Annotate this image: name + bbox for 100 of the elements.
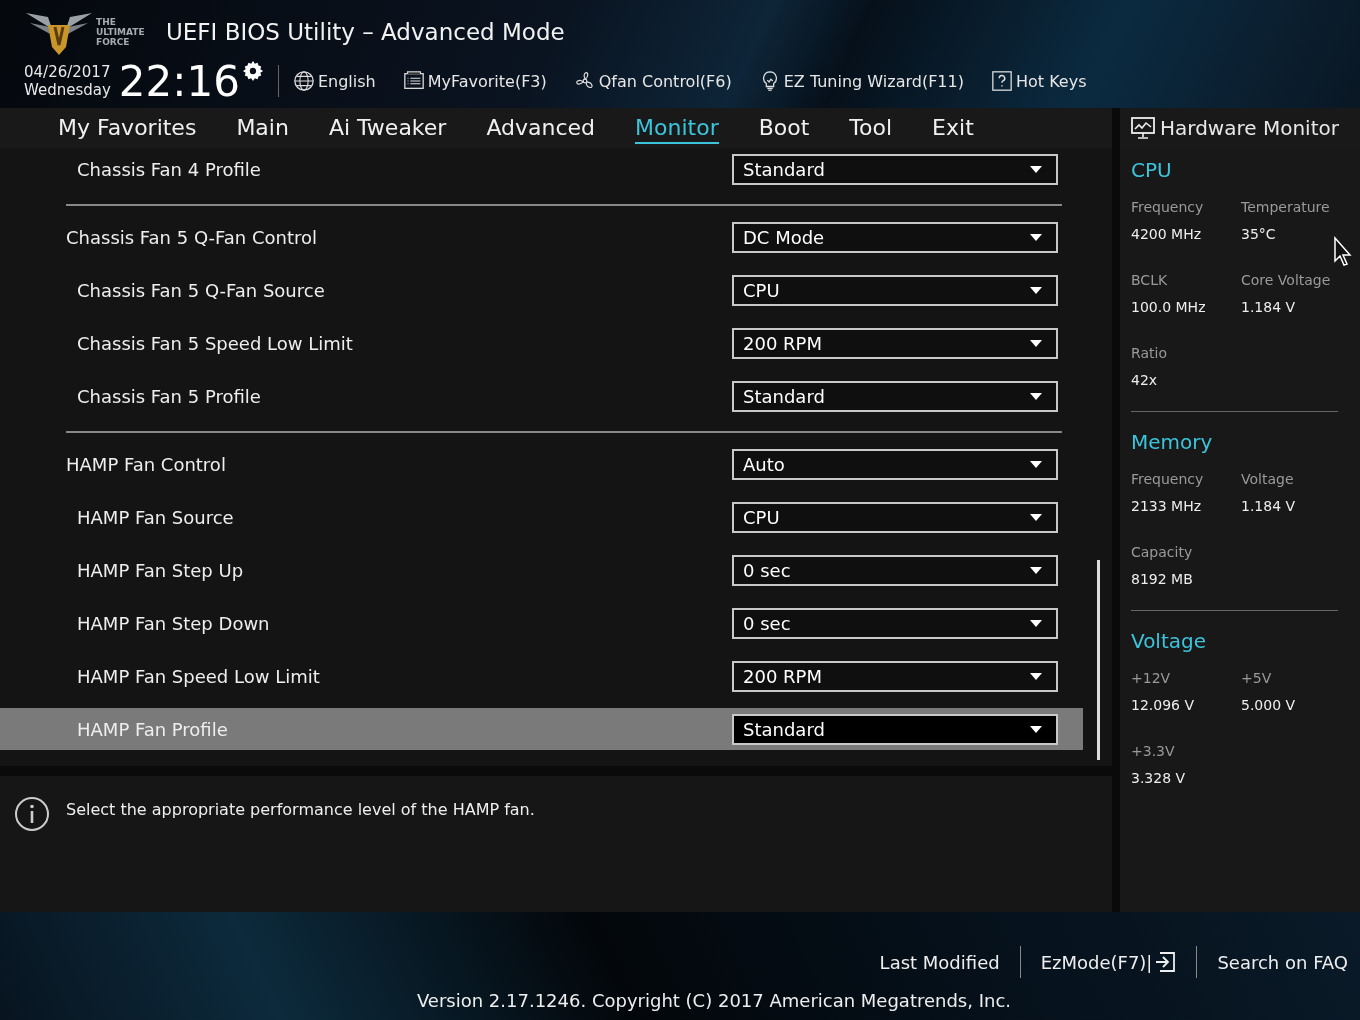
- field-value: 100.0 MHz: [1131, 298, 1207, 316]
- setting-label: HAMP Fan Control: [66, 453, 226, 475]
- dropdown[interactable]: Standard: [732, 713, 1058, 745]
- weekday-text: Wednesday: [24, 81, 111, 99]
- caret-icon: [1030, 339, 1042, 347]
- field-label: BCLK: [1131, 271, 1169, 289]
- toolbar-button[interactable]: EZ Tuning Wizard(F11): [758, 70, 964, 92]
- logo-text: THE ULTIMATE FORCE: [96, 17, 146, 47]
- section-title: CPU: [1131, 158, 1173, 182]
- panel-title: Hardware Monitor: [1160, 116, 1339, 140]
- toolbar-button[interactable]: Hot Keys: [990, 70, 1087, 92]
- dropdown-value: CPU: [743, 506, 780, 528]
- menu-tab[interactable]: Advanced: [486, 112, 596, 144]
- date-text: 04/26/2017: [24, 63, 111, 81]
- setting-row[interactable]: Chassis Fan 5 Q-Fan Control DC Mode: [0, 216, 1083, 258]
- dropdown-value: DC Mode: [743, 226, 825, 248]
- dropdown[interactable]: Standard: [732, 380, 1058, 412]
- caret-icon: [1030, 672, 1042, 680]
- footer-link[interactable]: Last Modified: [879, 951, 1000, 973]
- setting-label: HAMP Fan Speed Low Limit: [77, 665, 320, 687]
- dropdown-value: Standard: [743, 385, 825, 407]
- menu-tab[interactable]: Boot: [758, 112, 810, 144]
- toolbar-button[interactable]: English: [292, 70, 376, 92]
- setting-label: HAMP Fan Step Down: [77, 612, 270, 634]
- dropdown[interactable]: 0 sec: [732, 607, 1058, 639]
- help-text: Select the appropriate performance level of the HAMP fan.: [66, 800, 535, 819]
- field-label: Frequency: [1131, 198, 1205, 216]
- field-label: Temperature: [1241, 198, 1331, 216]
- setting-row[interactable]: HAMP Fan Step Down 0 sec: [0, 602, 1083, 644]
- setting-label: HAMP Fan Step Up: [77, 559, 244, 581]
- list-icon: [402, 70, 425, 92]
- field-label: Capacity: [1131, 543, 1194, 561]
- menu-tab[interactable]: My Favorites: [58, 112, 197, 144]
- exit-arrow-icon: [1154, 951, 1177, 973]
- field-value: 35°C: [1241, 225, 1277, 243]
- caret-icon: [1030, 725, 1042, 733]
- mouse-pointer-icon: [1334, 236, 1354, 268]
- menu-tab[interactable]: Exit: [932, 112, 974, 144]
- field-value: 8192 MB: [1131, 570, 1194, 588]
- dropdown[interactable]: 200 RPM: [732, 660, 1058, 692]
- field-value: 42x: [1131, 371, 1159, 389]
- dropdown-value: CPU: [743, 279, 780, 301]
- caret-icon: [1030, 619, 1042, 627]
- menu-tab[interactable]: Ai Tweaker: [328, 112, 447, 144]
- dropdown-value: 200 RPM: [743, 332, 822, 354]
- dropdown[interactable]: Auto: [732, 448, 1058, 480]
- setting-label: HAMP Fan Profile: [77, 718, 228, 740]
- setting-row[interactable]: Chassis Fan 5 Speed Low Limit 200 RPM: [0, 322, 1083, 364]
- setting-row[interactable]: Chassis Fan 4 Profile Standard: [0, 148, 1083, 190]
- dropdown[interactable]: Standard: [732, 153, 1058, 185]
- menu-tab[interactable]: Main: [236, 112, 289, 144]
- field-label: Ratio: [1131, 344, 1168, 362]
- scrollbar[interactable]: [1097, 560, 1100, 760]
- setting-row[interactable]: Chassis Fan 5 Profile Standard: [0, 375, 1083, 417]
- toolbar-button[interactable]: MyFavorite(F3): [402, 70, 547, 92]
- setting-row[interactable]: Chassis Fan 5 Q-Fan Source CPU: [0, 269, 1083, 311]
- footer-link[interactable]: EzMode(F7)|: [1040, 951, 1177, 973]
- setting-row[interactable]: HAMP Fan Profile Standard: [0, 708, 1083, 750]
- dropdown-value: 0 sec: [743, 559, 791, 581]
- field-label: +12V: [1131, 669, 1172, 687]
- caret-icon: [1030, 566, 1042, 574]
- field-label: Core Voltage: [1241, 271, 1332, 289]
- footer-link[interactable]: Search on FAQ: [1217, 951, 1348, 973]
- field-value: 4200 MHz: [1131, 225, 1203, 243]
- dropdown[interactable]: 0 sec: [732, 554, 1058, 586]
- setting-label: Chassis Fan 5 Q-Fan Control: [66, 226, 317, 248]
- section-title: Voltage: [1131, 629, 1208, 653]
- caret-icon: [1030, 286, 1042, 294]
- caret-icon: [1030, 460, 1042, 468]
- setting-row[interactable]: HAMP Fan Control Auto: [0, 443, 1083, 485]
- field-value: 12.096 V: [1131, 696, 1195, 714]
- monitor-icon: [1130, 116, 1156, 140]
- setting-label: HAMP Fan Source: [77, 506, 234, 528]
- dropdown-value: Auto: [743, 453, 785, 475]
- setting-row[interactable]: HAMP Fan Source CPU: [0, 496, 1083, 538]
- dropdown-value: 200 RPM: [743, 665, 822, 687]
- info-icon: [14, 796, 50, 832]
- field-value: 1.184 V: [1241, 298, 1297, 316]
- dropdown[interactable]: DC Mode: [732, 221, 1058, 253]
- dropdown[interactable]: CPU: [732, 274, 1058, 306]
- field-value: 1.184 V: [1241, 497, 1297, 515]
- dropdown-value: 0 sec: [743, 612, 791, 634]
- dropdown[interactable]: CPU: [732, 501, 1058, 533]
- setting-row[interactable]: HAMP Fan Step Up 0 sec: [0, 549, 1083, 591]
- caret-icon: [1030, 165, 1042, 173]
- settings-icon: [241, 60, 264, 82]
- setting-label: Chassis Fan 4 Profile: [77, 158, 261, 180]
- setting-row[interactable]: HAMP Fan Speed Low Limit 200 RPM: [0, 655, 1083, 697]
- dropdown[interactable]: 200 RPM: [732, 327, 1058, 359]
- caret-icon: [1030, 392, 1042, 400]
- setting-label: Chassis Fan 5 Profile: [77, 385, 261, 407]
- caret-icon: [1030, 233, 1042, 241]
- toolbar-button[interactable]: Qfan Control(F6): [573, 70, 732, 92]
- menu-tab[interactable]: Tool: [849, 112, 893, 144]
- question-mark-icon: [990, 70, 1013, 92]
- field-label: Frequency: [1131, 470, 1205, 488]
- field-value: 5.000 V: [1241, 696, 1297, 714]
- menu-tab[interactable]: Monitor: [635, 112, 719, 144]
- version-text: Version 2.17.1246. Copyright (C) 2017 American Megatrends, Inc.: [416, 990, 1012, 1011]
- caret-icon: [1030, 513, 1042, 521]
